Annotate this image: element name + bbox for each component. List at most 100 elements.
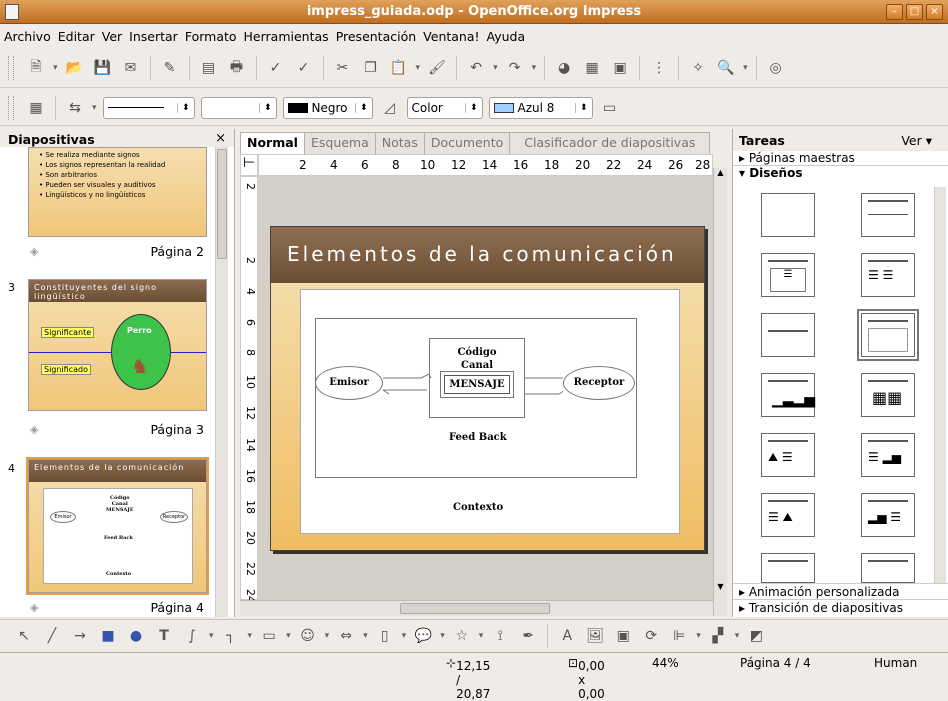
layout-two-content[interactable]: ☰ ☰ [861,253,915,297]
email-icon[interactable]: ✉ [120,57,142,79]
display-icon[interactable]: ▣ [609,57,631,79]
layout-title-selected[interactable] [857,309,919,361]
vertical-ruler[interactable]: 2 2 4 6 8 10 12 14 16 18 20 22 24 [240,176,258,603]
area-style-select[interactable]: Color ⬍ [406,96,483,119]
tab-clasificador[interactable]: Clasificador de diapositivas [509,132,711,154]
layout-title-content[interactable]: ☰ [761,253,815,297]
menu-ver[interactable]: Ver [102,29,122,44]
scrollbar-thumb[interactable] [400,603,550,614]
cut-icon[interactable]: ✂ [332,57,354,79]
star-icon[interactable]: ☆ [451,625,473,647]
edit-mode-icon[interactable]: ✎ [159,57,181,79]
menu-insertar[interactable]: Insertar [129,29,178,44]
master-pages-section[interactable]: ▸ Páginas maestras [733,151,948,166]
toolbar-handle[interactable] [8,55,14,80]
block-arrows-icon[interactable]: ⇔ [335,625,357,647]
layout-text-chart[interactable]: ☰ ▂▅ [861,433,915,477]
layout-title-centered[interactable] [761,313,815,357]
layouts-scrollbar[interactable] [934,187,946,583]
layout-chart[interactable]: ▁▃▂▅ [761,373,815,417]
line-color-select[interactable]: Negro ⬍ [282,96,373,119]
autospellcheck-icon[interactable]: ✓ [293,57,315,79]
format-paintbrush-icon[interactable]: 🖌 [426,57,448,79]
area-fill-icon[interactable]: ◿ [379,97,401,119]
select-arrow-icon[interactable]: ↖ [13,625,35,647]
menu-ayuda[interactable]: Ayuda [487,29,526,44]
layout-blank[interactable] [761,193,815,237]
maximize-button[interactable]: □ [906,4,923,20]
ellipse-icon[interactable]: ● [125,625,147,647]
table-icon[interactable]: ▦ [581,57,603,79]
layout-partial[interactable] [761,553,815,583]
tab-normal[interactable]: Normal [240,132,305,154]
save-icon[interactable]: 💾 [92,57,114,79]
redo-icon[interactable]: ↷ [504,57,526,79]
arrange-icon[interactable]: ▞ [707,625,729,647]
connector-icon[interactable]: ┐ [220,625,242,647]
layout-partial[interactable] [861,553,915,583]
fontwork-icon[interactable]: A [556,625,578,647]
slide-thumbnail-3[interactable]: Constituyentes del signo lingüístico Per… [28,279,207,411]
slide-thumbnail-2[interactable]: • Se realiza mediante signos • Los signo… [28,147,207,237]
basic-shapes-icon[interactable]: ▭ [258,625,280,647]
slide-transition-section[interactable]: ▸ Transición de diapositivas [733,599,948,616]
arrow-style-icon[interactable]: ⇆ [64,97,86,119]
line-style-select[interactable]: ⬍ [102,96,195,119]
close-icon[interactable]: × [215,131,226,146]
slides-scrollbar[interactable] [215,147,228,617]
navigator-icon[interactable]: ✧ [687,57,709,79]
gallery-icon[interactable]: ▣ [612,625,634,647]
new-document-icon[interactable]: 🗎 [25,57,47,79]
scrollbar-thumb[interactable] [217,149,227,259]
current-slide[interactable]: Elementos de la comunicación Código Cana… [270,226,705,551]
line-tool-icon[interactable]: ╱ [41,625,63,647]
layout-image-text[interactable]: ⛰ ☰ [761,433,815,477]
menu-herramientas[interactable]: Herramientas [244,29,329,44]
line-icon[interactable]: ▦ [25,97,47,119]
custom-animation-section[interactable]: ▸ Animación personalizada [733,583,948,600]
diagram-frame[interactable]: Código Canal MENSAJE Emisor Receptor Fee… [300,289,680,534]
toolbar-handle[interactable] [8,95,14,120]
tab-notas[interactable]: Notas [374,132,425,154]
rotate-icon[interactable]: ⟳ [640,625,662,647]
slide-title[interactable]: Elementos de la comunicación [271,227,704,283]
flowchart-icon[interactable]: ▯ [374,625,396,647]
align-icon[interactable]: ⊫ [668,625,690,647]
rectangle-icon[interactable]: ■ [97,625,119,647]
close-button[interactable]: × [926,4,943,20]
symbol-shapes-icon[interactable]: ☺ [297,625,319,647]
layout-table[interactable]: ▦▦ [861,373,915,417]
glue-points-icon[interactable]: ✒ [517,625,539,647]
zoom-level[interactable]: 44% [652,656,679,670]
export-pdf-icon[interactable]: ▤ [198,57,220,79]
layout-title-only[interactable] [861,193,915,237]
slide-canvas[interactable]: Elementos de la comunicación Código Cana… [258,176,713,600]
from-file-icon[interactable]: 🖼 [584,625,606,647]
extrusion-icon[interactable]: ◩ [745,625,767,647]
layouts-section[interactable]: ▾ Diseños [733,166,948,180]
callout-icon[interactable]: 💬 [412,625,434,647]
menu-ventana[interactable]: Ventana! [423,29,479,44]
canvas-horizontal-scrollbar[interactable] [240,600,713,616]
menu-presentacion[interactable]: Presentación [336,29,416,44]
minimize-button[interactable]: – [886,4,903,20]
undo-icon[interactable]: ↶ [465,57,487,79]
canvas-vertical-scrollbar[interactable]: ▲ ▼ [713,168,727,616]
slide-thumbnail-4[interactable]: Elementos de la comunicación Código Canal… [26,457,209,595]
layout-text-image[interactable]: ☰ ⛰ [761,493,815,537]
menu-formato[interactable]: Formato [185,29,237,44]
tab-esquema[interactable]: Esquema [303,132,376,154]
print-icon[interactable]: 🖶 [226,57,248,79]
text-tool-icon[interactable]: T [153,625,175,647]
grid-icon[interactable]: ⋮ [648,57,670,79]
menu-editar[interactable]: Editar [58,29,95,44]
tab-stop-icon[interactable]: ⊢ [240,154,258,176]
open-folder-icon[interactable]: 📂 [64,57,86,79]
chart-icon[interactable]: ◕ [553,57,575,79]
curve-icon[interactable]: ∫ [181,625,203,647]
paste-icon[interactable]: 📋 [388,57,410,79]
layout-chart-text[interactable]: ▂▅ ☰ [861,493,915,537]
arrow-line-icon[interactable]: → [69,625,91,647]
help-icon[interactable]: ◎ [765,57,787,79]
menu-archivo[interactable]: Archivo [4,29,51,44]
